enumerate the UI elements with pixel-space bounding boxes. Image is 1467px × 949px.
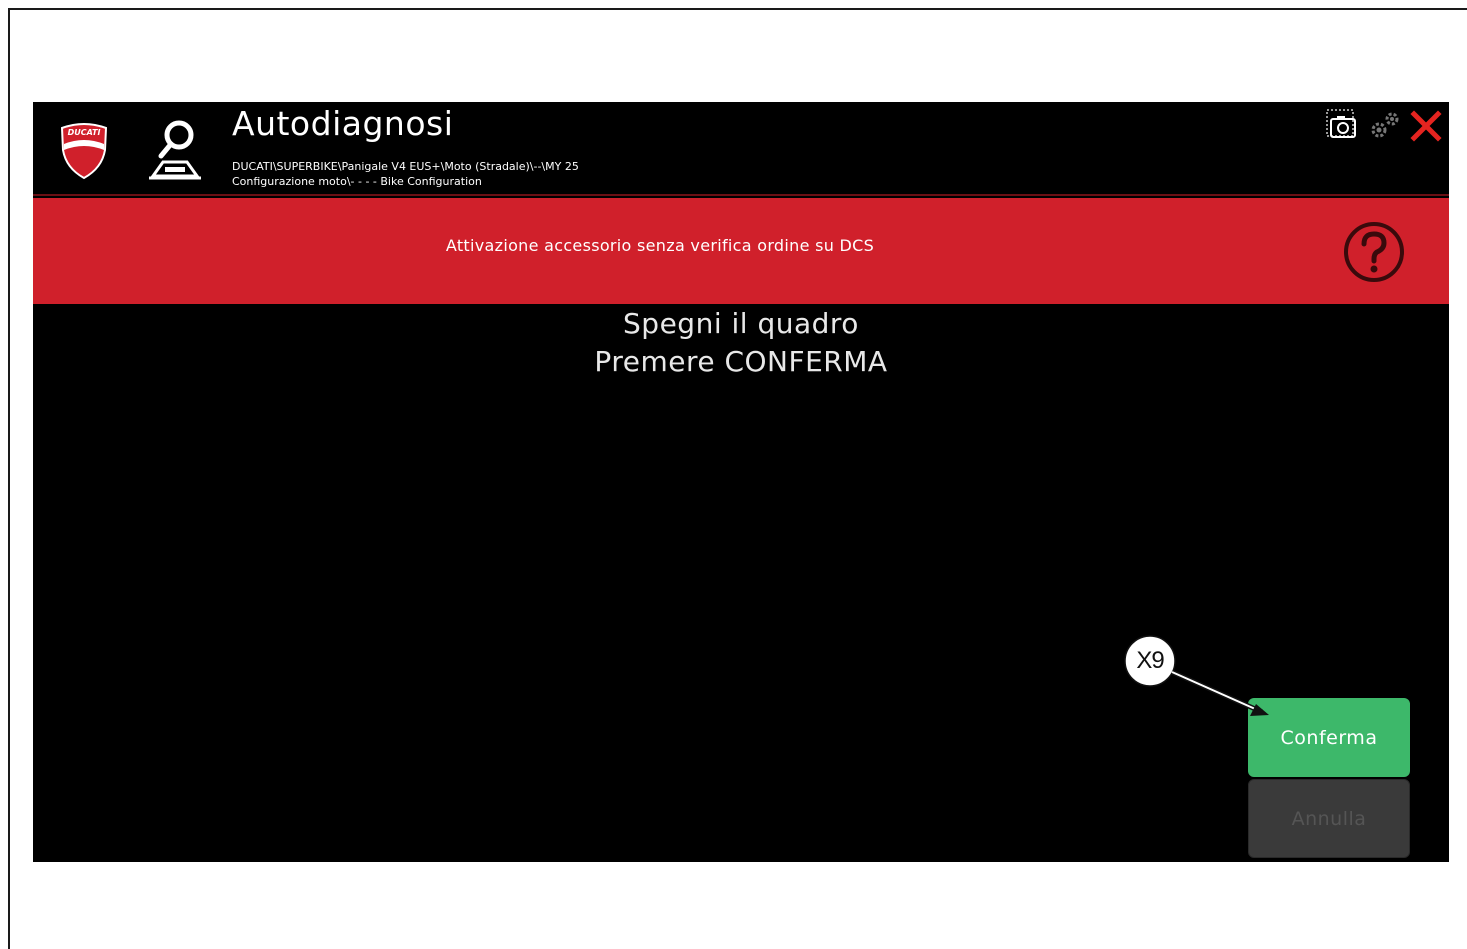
header-divider [33, 194, 1449, 196]
diagnosis-icon [149, 120, 201, 180]
screenshot-icon[interactable] [1325, 108, 1357, 140]
banner-title: Attivazione accessorio senza verifica or… [445, 236, 875, 255]
close-icon[interactable] [1410, 110, 1442, 142]
instruction-line-2: Premere CONFERMA [594, 345, 888, 378]
app-screen: DUCATI Autodiagnosi DUCATI\SUPERBIKE\Pan… [33, 102, 1449, 862]
settings-icon[interactable] [1368, 110, 1400, 140]
confirm-button[interactable]: Conferma [1248, 698, 1410, 777]
callout-label: X9 [1136, 647, 1164, 674]
cancel-button[interactable]: Annulla [1248, 779, 1410, 858]
configuration-path: Configurazione moto\- - - - Bike Configu… [232, 175, 482, 188]
help-icon[interactable] [1342, 220, 1406, 284]
svg-text:DUCATI: DUCATI [68, 128, 101, 137]
procedure-banner: Attivazione accessorio senza verifica or… [33, 198, 1449, 304]
app-header: DUCATI Autodiagnosi DUCATI\SUPERBIKE\Pan… [33, 102, 1449, 196]
app-title: Autodiagnosi [232, 104, 454, 143]
vehicle-path: DUCATI\SUPERBIKE\Panigale V4 EUS+\Moto (… [232, 160, 579, 173]
ducati-logo: DUCATI [60, 123, 108, 180]
instruction-line-1: Spegni il quadro [623, 307, 859, 340]
